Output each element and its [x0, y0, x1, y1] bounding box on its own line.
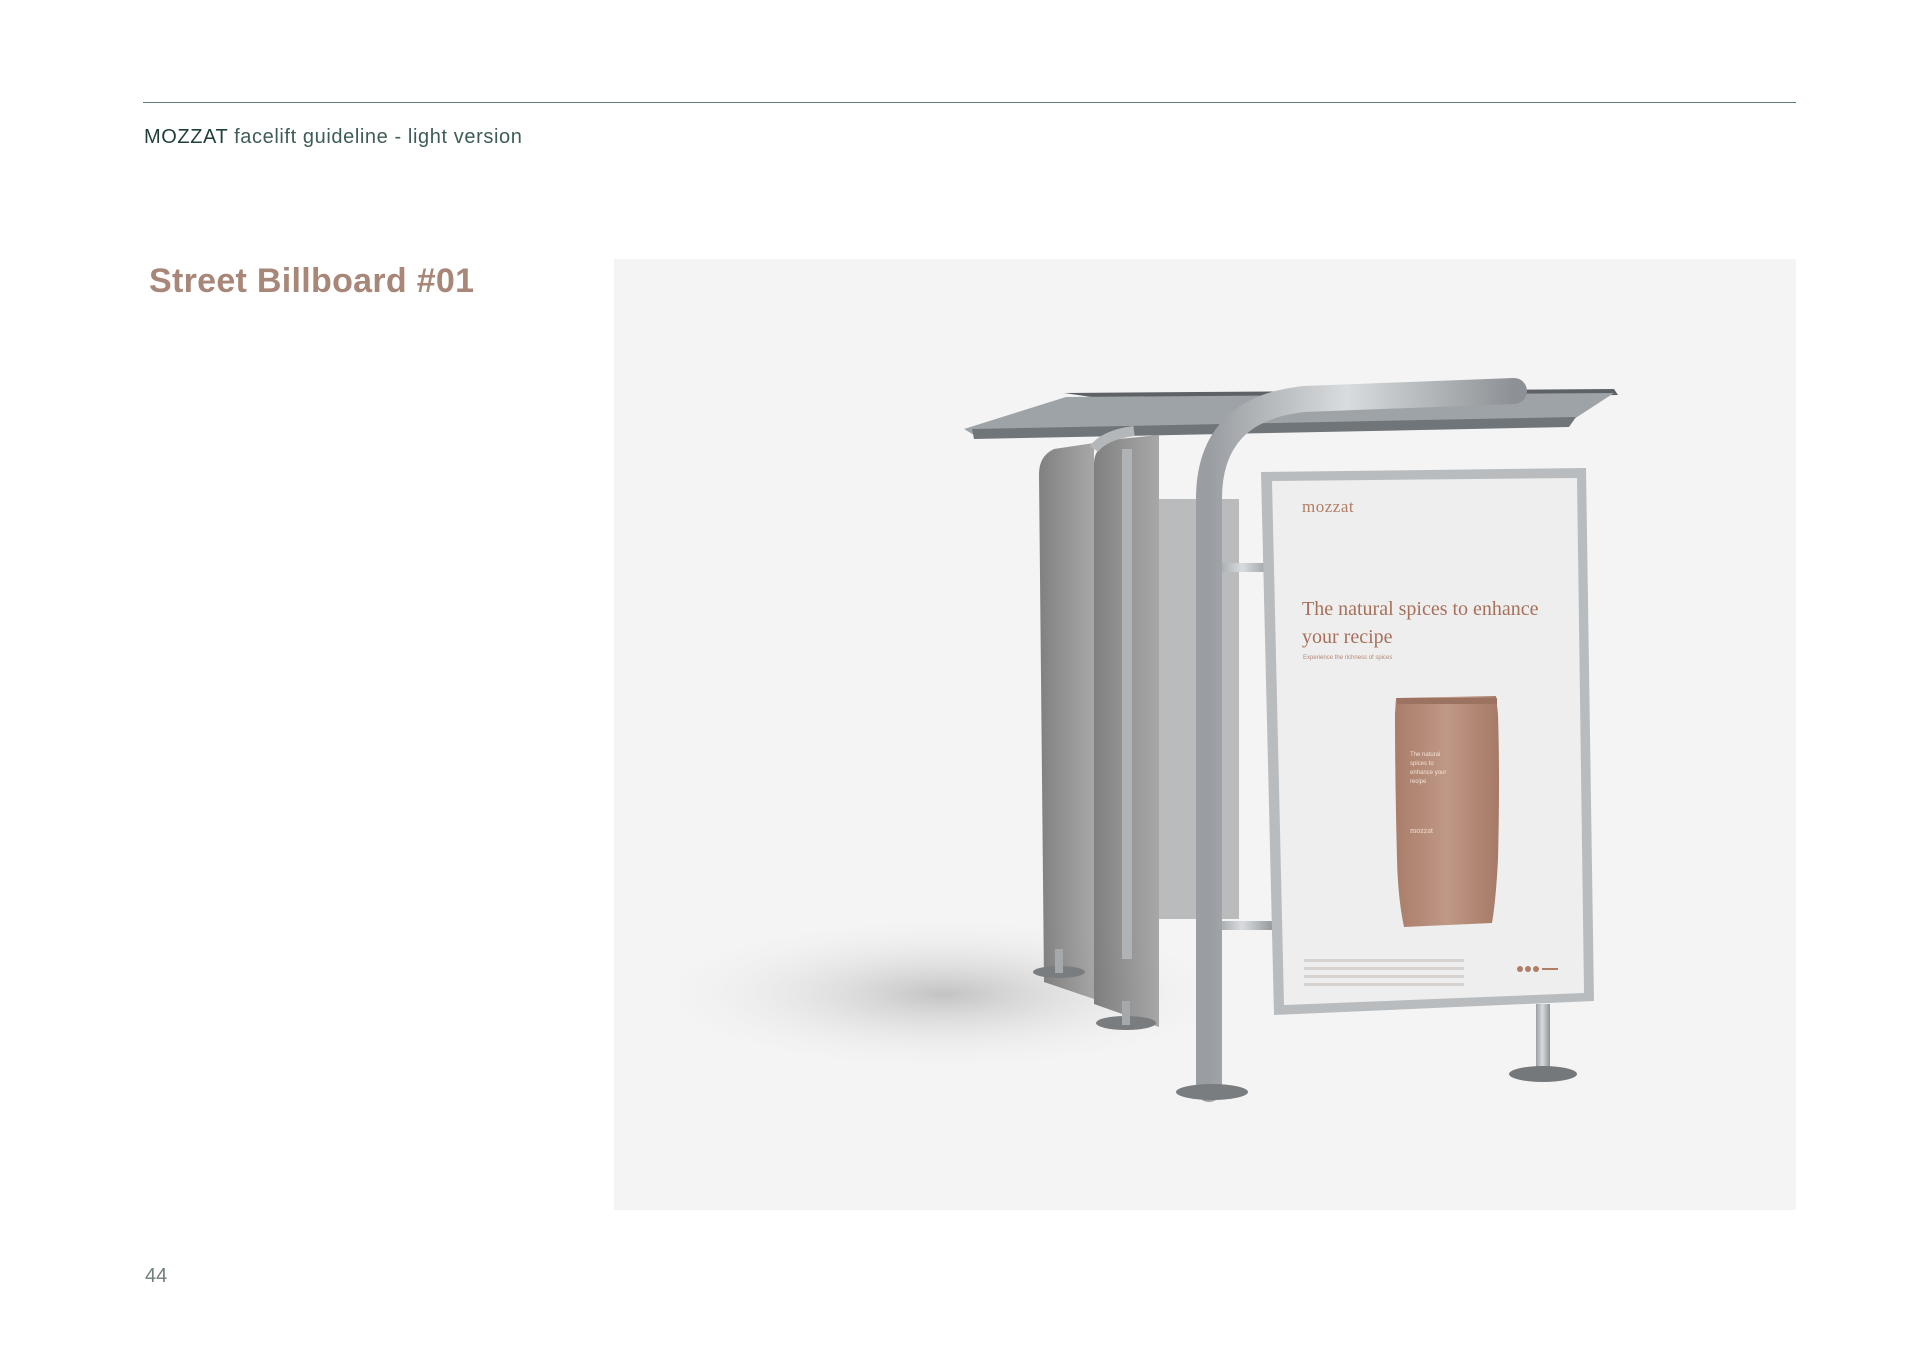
poster-subline: Experience the richness of spices [1303, 655, 1393, 661]
poster-brand-logo: mozzat [1302, 497, 1355, 516]
bus-shelter-illustration [644, 378, 1618, 1102]
pouch-brand-logo: mozzat [1410, 826, 1434, 835]
page-title: Street Billboard #01 [149, 262, 475, 300]
document-header: MOZZAT facelift guideline - light versio… [144, 126, 522, 149]
poster-headline: The natural spices to enhance your recip… [1302, 598, 1539, 648]
pouch-label-text: The natural spices to enhance your recip… [1410, 752, 1447, 785]
header-divider [143, 102, 1796, 103]
page-number: 44 [145, 1265, 168, 1287]
billboard-mockup-image: mozzat The natural spices to enhance you… [614, 259, 1796, 1210]
header-subtitle: facelift guideline - light version [227, 126, 523, 148]
header-brand: MOZZAT [144, 126, 228, 148]
